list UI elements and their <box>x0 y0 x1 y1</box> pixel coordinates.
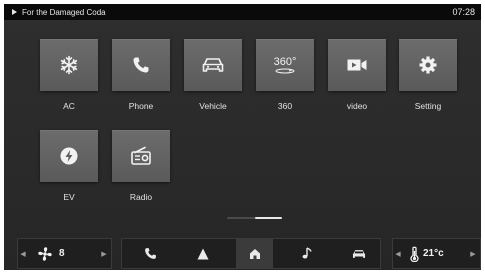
app-radio-label: Radio <box>129 192 153 202</box>
app-ev-label: EV <box>63 192 75 202</box>
app-phone-tile[interactable] <box>112 39 170 91</box>
temperature-value: 21°c <box>423 248 444 259</box>
app-360[interactable]: 360° 360 <box>256 39 314 112</box>
lightning-icon <box>60 147 78 165</box>
dock-music-button[interactable] <box>288 238 325 269</box>
phone-icon <box>133 57 149 73</box>
app-video[interactable]: video <box>328 39 386 112</box>
app-setting-tile[interactable] <box>399 39 457 91</box>
app-ac-tile[interactable] <box>40 39 98 91</box>
app-radio-tile[interactable] <box>112 130 170 182</box>
navigation-arrow-icon <box>197 248 208 259</box>
fan-decrease-button[interactable]: ◀ <box>17 250 29 258</box>
app-vehicle-label: Vehicle <box>199 101 227 111</box>
home-screen: For the Damaged Coda 07:28 AC Phone Vehi… <box>4 4 481 270</box>
gear-icon <box>419 56 437 74</box>
app-360-tile[interactable]: 360° <box>256 39 314 91</box>
app-video-label: video <box>346 101 368 111</box>
app-ev[interactable]: EV <box>40 130 98 203</box>
app-vehicle-tile[interactable] <box>184 39 242 91</box>
car-icon <box>352 249 365 258</box>
home-icon <box>249 248 260 259</box>
dock-nav <box>121 238 381 269</box>
dock-vehicle-button[interactable] <box>340 238 377 269</box>
radio-icon <box>131 146 151 165</box>
app-ev-tile[interactable] <box>40 130 98 182</box>
phone-icon <box>145 248 156 259</box>
temperature-decrease-button[interactable]: ◀ <box>392 250 404 258</box>
app-setting-label: Setting <box>414 101 442 111</box>
app-phone[interactable]: Phone <box>112 39 170 112</box>
fan-speed-value: 8 <box>59 248 65 259</box>
dock-navigation-button[interactable] <box>184 238 221 269</box>
app-vehicle[interactable]: Vehicle <box>184 39 242 112</box>
status-bar: For the Damaged Coda 07:28 <box>4 4 481 20</box>
video-camera-icon <box>347 59 367 71</box>
app-360-label: 360 <box>277 101 293 111</box>
thermometer-icon <box>410 246 419 262</box>
snowflake-icon <box>60 55 78 75</box>
play-icon <box>12 9 17 15</box>
fan-icon <box>37 246 53 262</box>
dock-phone-button[interactable] <box>132 238 169 269</box>
app-ac-label: AC <box>63 101 75 111</box>
temperature-control: ◀ 21°c ▶ <box>392 238 481 269</box>
media-title: For the Damaged Coda <box>22 7 106 17</box>
clock: 07:28 <box>452 7 475 17</box>
fan-increase-button[interactable]: ▶ <box>98 250 110 258</box>
page-indicator-active <box>255 217 282 219</box>
360-view-icon: 360° <box>274 56 296 74</box>
car-icon <box>202 58 224 72</box>
app-radio[interactable]: Radio <box>112 130 170 203</box>
music-note-icon <box>302 247 312 259</box>
page-indicator-inactive <box>227 217 257 219</box>
app-ac[interactable]: AC <box>40 39 98 112</box>
page-indicator <box>227 216 282 220</box>
app-setting[interactable]: Setting <box>399 39 457 112</box>
app-phone-label: Phone <box>128 101 154 111</box>
now-playing[interactable]: For the Damaged Coda <box>12 6 106 18</box>
temperature-increase-button[interactable]: ▶ <box>467 250 479 258</box>
fan-control: ◀ 8 ▶ <box>17 238 112 269</box>
dock-home-button[interactable] <box>236 238 273 269</box>
app-video-tile[interactable] <box>328 39 386 91</box>
